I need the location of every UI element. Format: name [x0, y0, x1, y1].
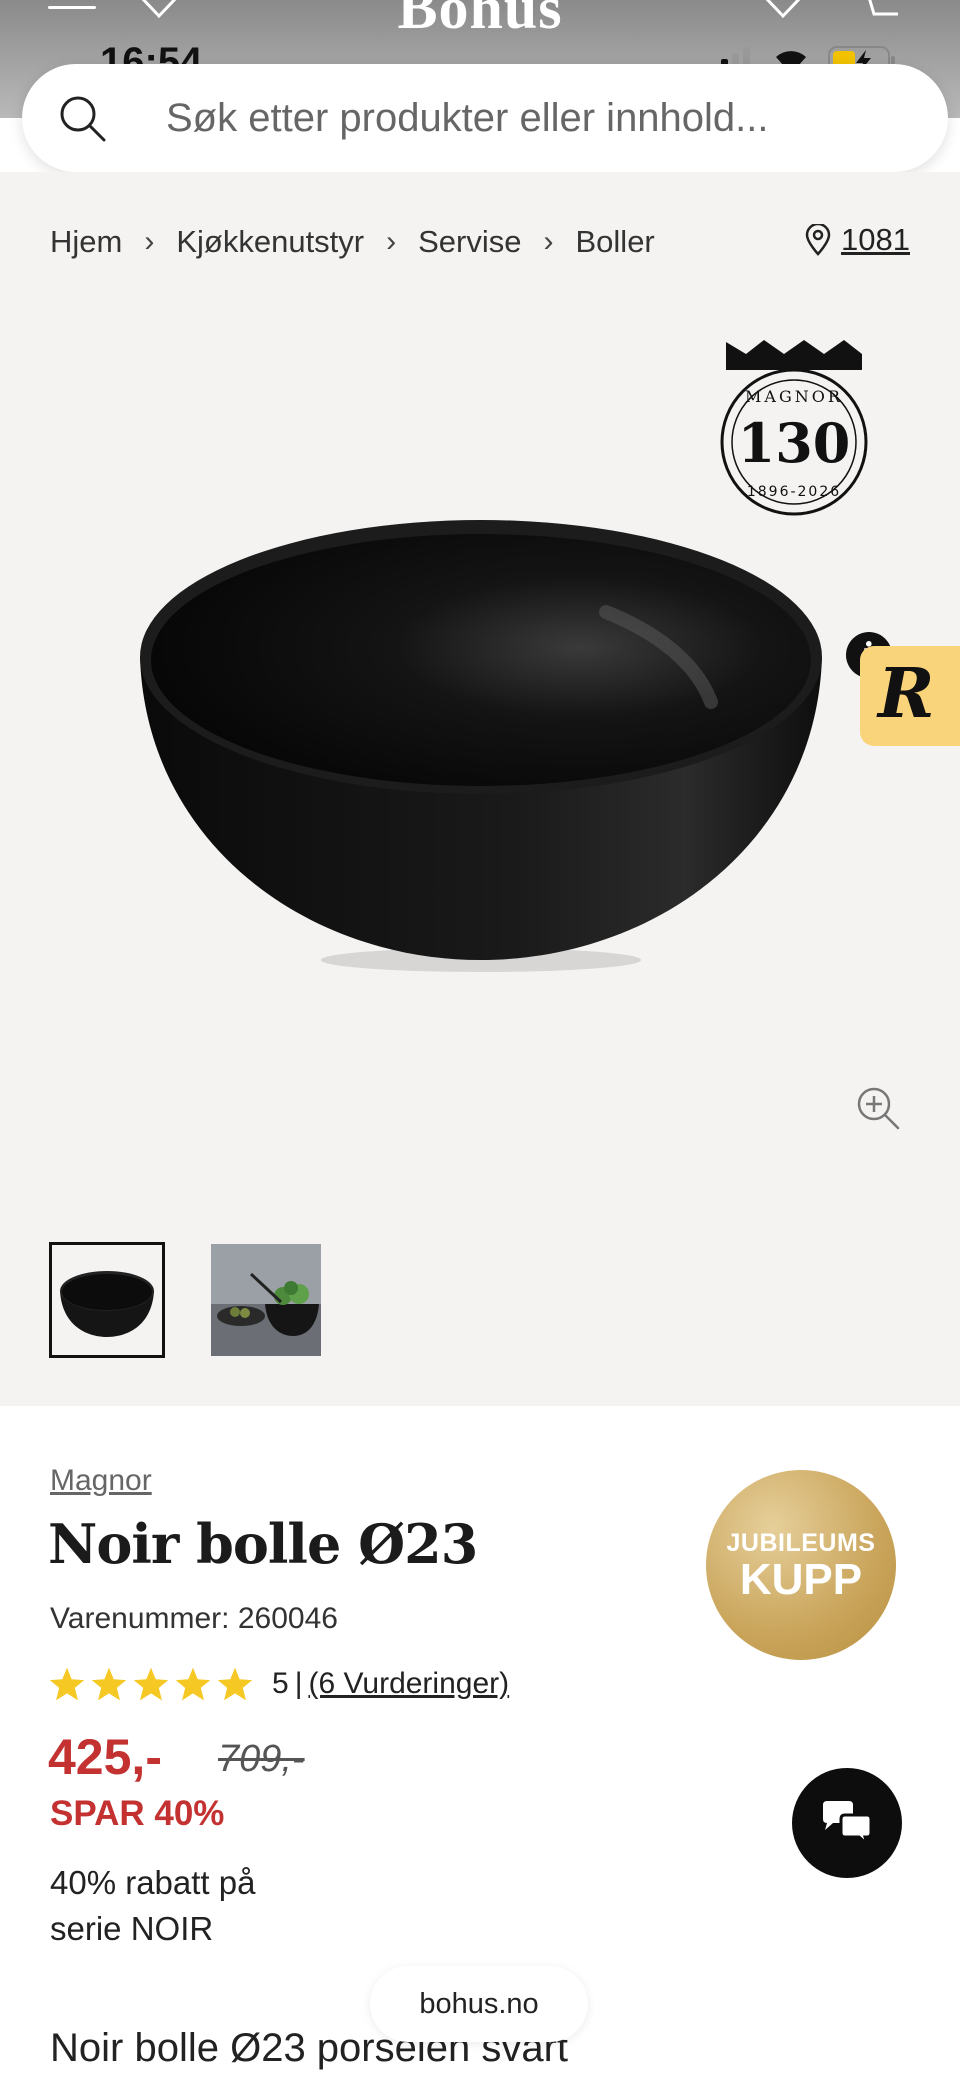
cart-icon[interactable]: [858, 0, 904, 22]
search-input[interactable]: [166, 90, 906, 146]
original-price: 709,-: [218, 1738, 305, 1780]
store-selector[interactable]: 1081: [805, 222, 910, 258]
jubileums-kupp-badge: JUBILEUMS KUPP: [706, 1470, 896, 1660]
product-image-bowl[interactable]: [136, 512, 826, 982]
star-icon: [175, 1667, 211, 1701]
kupp-line-2: KUPP: [739, 1554, 863, 1604]
breadcrumb: Hjem › Kjøkkenutstyr › Servise › Boller: [50, 224, 655, 260]
rating-separator: |: [294, 1667, 303, 1700]
star-icon: [49, 1667, 85, 1701]
badge-years: 1896-2026: [747, 484, 841, 500]
breadcrumb-kitchen[interactable]: Kjøkkenutstyr: [176, 224, 364, 260]
product-sku: Varenummer: 260046: [50, 1602, 338, 1635]
search-bar[interactable]: [22, 64, 948, 172]
current-price: 425,-: [48, 1729, 162, 1785]
discount-label: SPAR 40%: [50, 1794, 225, 1833]
product-brand-link[interactable]: Magnor: [50, 1464, 152, 1498]
badge-brand-text: MAGNOR: [745, 387, 843, 406]
thumbnail-bowl-image: [52, 1245, 162, 1355]
zoom-in-icon[interactable]: [856, 1086, 900, 1130]
r-logo-icon: R: [878, 654, 935, 734]
breadcrumb-home[interactable]: Hjem: [50, 224, 122, 260]
heart-icon-partial: [141, 0, 177, 19]
chat-icon: [823, 1801, 873, 1847]
thumbnail-2[interactable]: [211, 1244, 321, 1356]
chat-button[interactable]: [792, 1768, 902, 1878]
store-label[interactable]: 1081: [841, 222, 910, 258]
browser-url-pill[interactable]: bohus.no: [370, 1966, 588, 2042]
breadcrumb-tableware[interactable]: Servise: [418, 224, 521, 260]
magnor-130-logo: MAGNOR 130 1896-2026: [720, 340, 868, 516]
promo-text: 40% rabatt på serie NOIR: [50, 1864, 256, 1947]
product-title: Noir bolle Ø23: [48, 1512, 478, 1576]
rating-score: 5: [272, 1667, 289, 1700]
rating-widget-tab[interactable]: R: [860, 646, 960, 746]
breadcrumb-bowls[interactable]: Boller: [576, 224, 655, 260]
thumbnail-lifestyle-image: [211, 1244, 321, 1356]
location-pin-icon: [805, 224, 831, 256]
kupp-line-1: JUBILEUMS: [726, 1528, 876, 1557]
star-icon: [91, 1667, 127, 1701]
badge-number: 130: [738, 411, 851, 475]
thumbnail-1[interactable]: [49, 1242, 165, 1358]
reviews-link[interactable]: (6 Vurderinger): [308, 1667, 509, 1701]
star-rating: [48, 1666, 254, 1702]
chevron-right-icon: ›: [386, 225, 397, 258]
wishlist-icon[interactable]: [760, 0, 806, 22]
star-icon: [133, 1667, 169, 1701]
product-gallery: Hjem › Kjøkkenutstyr › Servise › Boller …: [0, 172, 960, 1406]
product-rating: 5 | (6 Vurderinger): [48, 1666, 509, 1702]
chevron-right-icon: ›: [543, 225, 554, 258]
search-icon: [60, 96, 106, 142]
chevron-right-icon: ›: [144, 225, 155, 258]
star-icon: [217, 1667, 253, 1701]
